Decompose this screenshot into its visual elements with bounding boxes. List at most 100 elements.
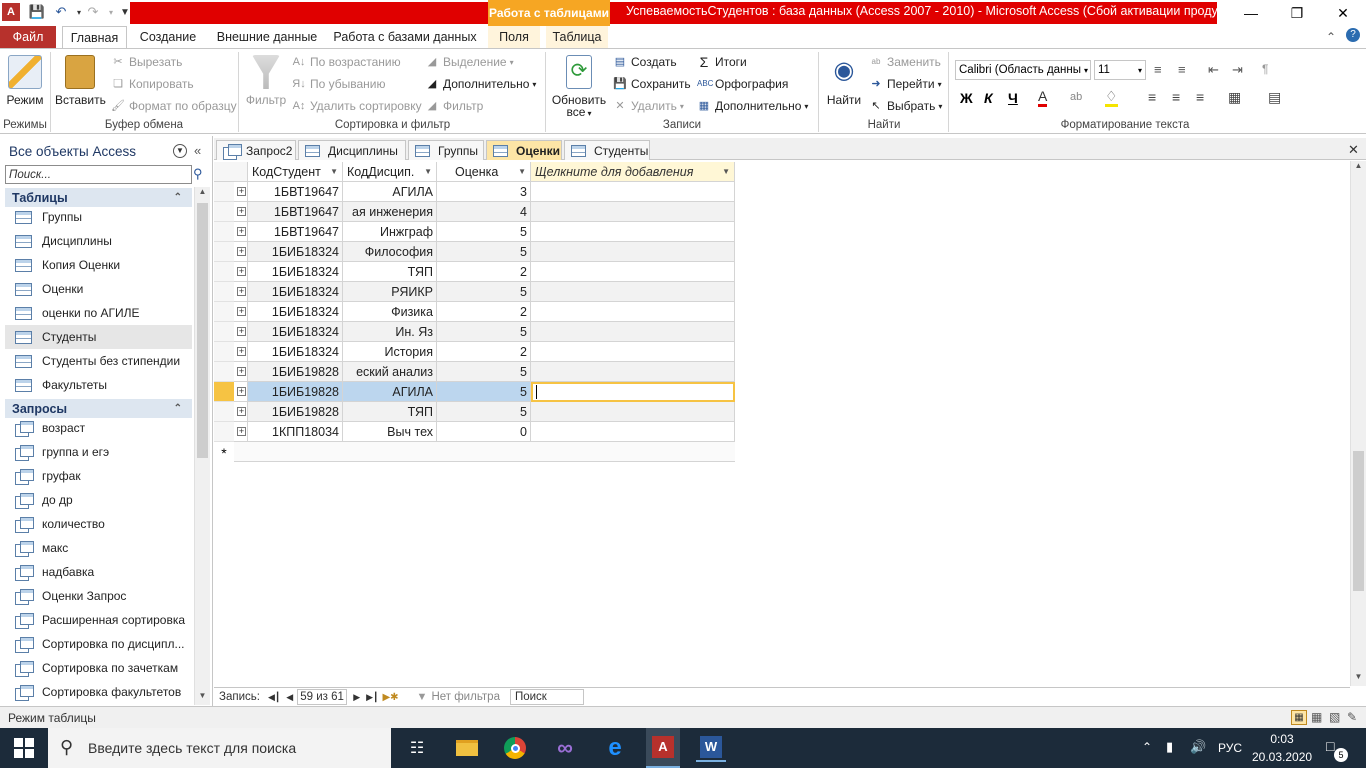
paragraph-icon[interactable]: ¶ bbox=[1262, 62, 1268, 76]
cell-grade[interactable]: 2 bbox=[437, 262, 531, 282]
goto-button[interactable]: ➜ Перейти ▾ bbox=[869, 77, 941, 91]
nav-query-item[interactable]: возраст bbox=[5, 416, 192, 440]
cell-student-id[interactable]: 1БИБ19828 bbox=[248, 362, 343, 382]
collapse-pane-icon[interactable]: « bbox=[194, 143, 201, 158]
replace-button[interactable]: ab Заменить bbox=[869, 55, 941, 69]
record-number-input[interactable]: 59 из 61 bbox=[297, 689, 348, 705]
sort-descending-button[interactable]: Я↓ По убыванию bbox=[292, 77, 385, 91]
new-record-nav-icon[interactable]: ▶✱ bbox=[382, 692, 398, 703]
cell-add-field[interactable] bbox=[531, 322, 735, 342]
scroll-down-icon[interactable]: ▼ bbox=[195, 691, 210, 705]
cell-add-field[interactable] bbox=[531, 422, 735, 442]
cell-grade[interactable]: 5 bbox=[437, 382, 531, 402]
notifications-icon[interactable]: □ bbox=[1326, 738, 1334, 754]
visual-studio-icon[interactable]: ∞ bbox=[550, 734, 580, 762]
pivot-table-view-icon[interactable]: ▦ bbox=[1311, 710, 1322, 724]
spelling-button[interactable]: ABC Орфография bbox=[697, 77, 788, 91]
nav-query-item[interactable]: Оценки Запрос bbox=[5, 584, 192, 608]
italic-button[interactable]: К bbox=[984, 90, 993, 106]
record-search-input[interactable]: Поиск bbox=[509, 689, 584, 705]
datasheet-vertical-scrollbar[interactable]: ▲ ▼ bbox=[1350, 161, 1366, 686]
toggle-filter-button[interactable]: ◢ Фильтр bbox=[425, 99, 484, 113]
nav-query-item[interactable]: Сортировка факультетов bbox=[5, 680, 192, 704]
nav-query-item[interactable]: Сортировка по зачеткам bbox=[5, 656, 192, 680]
word-taskbar-icon[interactable]: W bbox=[696, 734, 726, 762]
redo-icon[interactable]: ↷ bbox=[84, 3, 102, 21]
records-more-button[interactable]: ▦ Дополнительно ▾ bbox=[697, 99, 809, 113]
nav-scrollbar[interactable]: ▲ ▼ bbox=[194, 187, 210, 705]
remove-sort-button[interactable]: A↕ Удалить сортировку bbox=[292, 99, 422, 113]
scroll-up-icon[interactable]: ▲ bbox=[1351, 161, 1366, 175]
cell-add-field[interactable] bbox=[531, 282, 735, 302]
find-button[interactable]: ◉ Найти bbox=[823, 55, 865, 107]
nav-table-item[interactable]: Факультеты bbox=[5, 373, 192, 397]
windows-start-icon[interactable] bbox=[14, 738, 34, 758]
collapse-section-icon[interactable]: ⌃ bbox=[174, 403, 182, 414]
cell-discipline[interactable]: История bbox=[343, 342, 437, 362]
cell-add-field[interactable] bbox=[531, 262, 735, 282]
cell-add-field[interactable] bbox=[531, 302, 735, 322]
cell-discipline[interactable]: ая инженерия bbox=[343, 202, 437, 222]
selection-button[interactable]: ◢ Выделение ▾ bbox=[425, 55, 514, 69]
chevron-down-icon[interactable]: ▼ bbox=[421, 167, 432, 176]
close-icon[interactable]: ✕ bbox=[1320, 0, 1366, 26]
numbering-icon[interactable]: ≡ bbox=[1178, 62, 1186, 77]
gridlines-icon[interactable]: ▦ bbox=[1228, 89, 1241, 106]
cell-discipline[interactable]: ТЯП bbox=[343, 262, 437, 282]
cell-grade[interactable]: 5 bbox=[437, 222, 531, 242]
cut-button[interactable]: ✂ Вырезать bbox=[111, 55, 182, 69]
previous-record-icon[interactable]: ◀ bbox=[286, 692, 293, 703]
chevron-down-icon[interactable]: ▼ bbox=[327, 167, 338, 176]
column-header-grade[interactable]: Оценка ▼ bbox=[437, 162, 531, 182]
chevron-down-icon[interactable]: ▼ bbox=[515, 167, 526, 176]
column-header-student[interactable]: КодСтудент ▼ bbox=[248, 162, 343, 182]
cell-add-field[interactable] bbox=[531, 182, 735, 202]
nav-query-item[interactable]: до др bbox=[5, 488, 192, 512]
align-left-icon[interactable]: ≡ bbox=[1148, 89, 1156, 105]
cell-grade[interactable]: 5 bbox=[437, 322, 531, 342]
scroll-down-icon[interactable]: ▼ bbox=[1351, 672, 1366, 686]
tab-create[interactable]: Создание bbox=[133, 26, 203, 48]
new-record-row[interactable] bbox=[234, 442, 735, 462]
battery-icon[interactable]: ▮ bbox=[1166, 739, 1173, 755]
access-taskbar-icon[interactable]: A bbox=[646, 728, 680, 768]
tab-home[interactable]: Главная bbox=[62, 26, 127, 48]
access-app-icon[interactable]: A bbox=[2, 3, 20, 21]
cell-add-field[interactable] bbox=[531, 382, 735, 402]
cell-student-id[interactable]: 1БИБ18324 bbox=[248, 282, 343, 302]
column-header-add[interactable]: Щелкните для добавления ▼ bbox=[531, 162, 735, 182]
column-header-discipline[interactable]: КодДисцип. ▼ bbox=[343, 162, 437, 182]
doc-tab-query2[interactable]: Запрос2 bbox=[216, 140, 296, 160]
pivot-chart-view-icon[interactable]: ▧ bbox=[1329, 710, 1340, 724]
cell-add-field[interactable] bbox=[531, 342, 735, 362]
font-color-icon[interactable]: A bbox=[1038, 89, 1048, 107]
cell-grade[interactable]: 2 bbox=[437, 302, 531, 322]
cell-student-id[interactable]: 1КПП18034 bbox=[248, 422, 343, 442]
filter-status[interactable]: Нет фильтра bbox=[431, 691, 500, 703]
totals-button[interactable]: Σ Итоги bbox=[697, 55, 747, 69]
nav-table-item[interactable]: Дисциплины bbox=[5, 229, 192, 253]
tab-database-tools[interactable]: Работа с базами данных bbox=[331, 26, 479, 48]
cell-grade[interactable]: 5 bbox=[437, 282, 531, 302]
cell-add-field[interactable] bbox=[531, 202, 735, 222]
doc-tab-groups[interactable]: Группы bbox=[408, 140, 484, 160]
chrome-icon[interactable] bbox=[500, 734, 530, 762]
doc-tab-grades[interactable]: Оценки bbox=[486, 140, 562, 160]
bullets-icon[interactable]: ≡ bbox=[1154, 62, 1162, 77]
cell-discipline[interactable]: Ин. Яз bbox=[343, 322, 437, 342]
nav-scroll-thumb[interactable] bbox=[197, 203, 208, 458]
alt-row-color-icon[interactable]: ▤ bbox=[1268, 89, 1281, 106]
cell-grade[interactable]: 2 bbox=[437, 342, 531, 362]
refresh-all-button[interactable]: ⟳ Обновить все ▾ bbox=[550, 55, 608, 119]
cell-discipline[interactable]: Инжграф bbox=[343, 222, 437, 242]
nav-query-item[interactable]: группа и егэ bbox=[5, 440, 192, 464]
clock-date[interactable]: 20.03.2020 bbox=[1252, 750, 1312, 764]
cell-grade[interactable]: 5 bbox=[437, 362, 531, 382]
file-explorer-icon[interactable] bbox=[452, 734, 482, 762]
nav-table-item[interactable]: Копия Оценки bbox=[5, 253, 192, 277]
cell-student-id[interactable]: 1БИБ19828 bbox=[248, 402, 343, 422]
doc-tab-students[interactable]: Студенты bbox=[564, 140, 650, 160]
cell-discipline[interactable]: Физика bbox=[343, 302, 437, 322]
filter-button[interactable]: Фильтр bbox=[244, 55, 288, 107]
edge-icon[interactable]: e bbox=[600, 734, 630, 762]
